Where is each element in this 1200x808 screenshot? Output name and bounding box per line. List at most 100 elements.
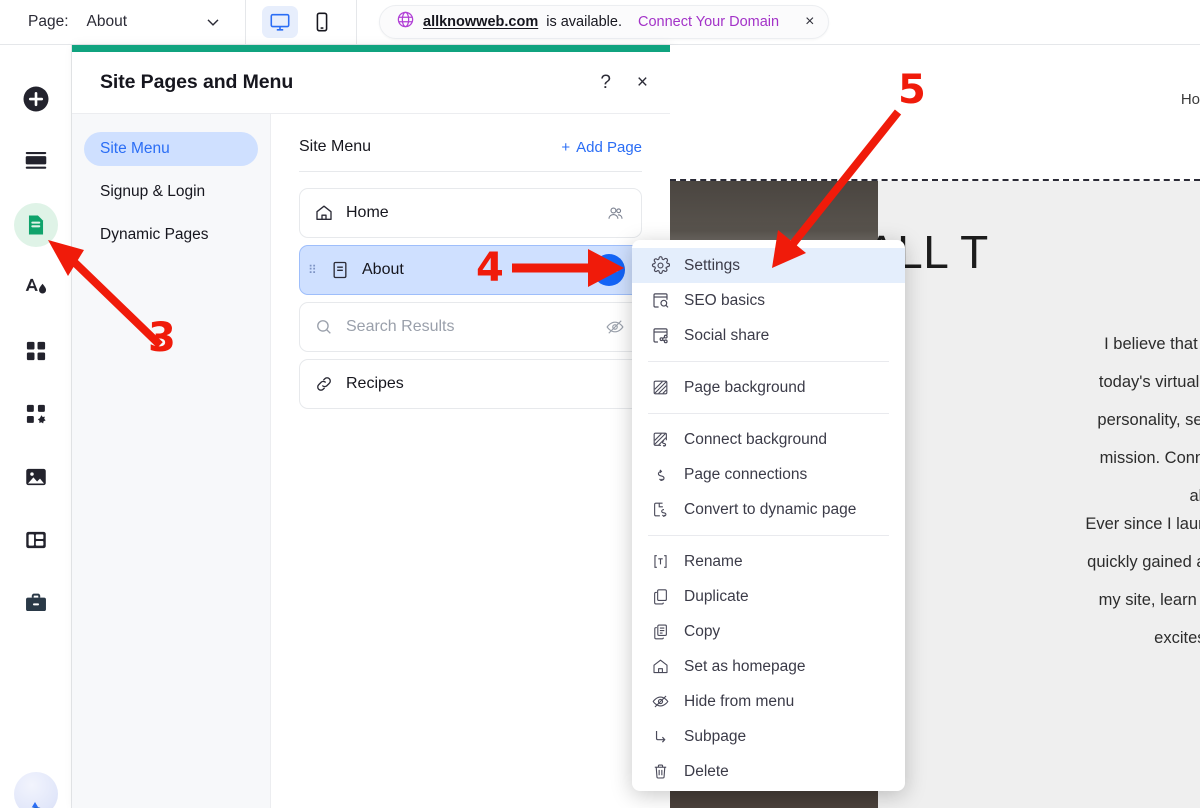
more-actions-icon[interactable] [593, 254, 625, 286]
sidebar-item-dynamic-pages[interactable]: Dynamic Pages [84, 218, 258, 252]
domain-banner: allknowweb.com is available. Connect You… [379, 5, 830, 39]
sidebar-item-business-tools[interactable] [14, 581, 58, 625]
convert-dynamic-icon [650, 500, 670, 519]
copy-icon [650, 622, 670, 641]
preview-line: excites and i [1154, 629, 1200, 647]
panel-sidebar: Site Menu Signup & Login Dynamic Pages [72, 114, 271, 808]
trash-icon [650, 762, 670, 781]
panel-main: Site Menu + Add Page Home ⠿ About Search… [271, 114, 670, 808]
hidden-eye-icon[interactable] [605, 317, 625, 337]
page-connections-icon [650, 465, 670, 484]
connect-background-icon [650, 430, 670, 449]
page-background-icon [650, 378, 670, 397]
menu-divider [648, 413, 889, 414]
list-item-recipes[interactable]: Recipes [299, 359, 642, 409]
toolbar-divider-2 [356, 0, 357, 45]
sidebar-item-media[interactable] [14, 455, 58, 499]
sidebar-item-add[interactable] [14, 77, 58, 121]
desktop-view-button[interactable] [262, 6, 298, 38]
menu-item-label: Rename [684, 552, 743, 570]
gear-icon [650, 256, 670, 275]
connect-domain-link[interactable]: Connect Your Domain [638, 14, 779, 30]
page-selector[interactable]: Page: About [0, 0, 245, 44]
plus-icon: + [561, 138, 571, 156]
list-item-home[interactable]: Home [299, 188, 642, 238]
sidebar-item-content[interactable] [14, 518, 58, 562]
sidebar-item-signup-login[interactable]: Signup & Login [84, 175, 258, 209]
menu-item-label: Page background [684, 378, 806, 396]
domain-name[interactable]: allknowweb.com [423, 14, 538, 30]
mobile-view-button[interactable] [304, 6, 340, 38]
menu-item-delete[interactable]: Delete [632, 754, 905, 789]
preview-line: personality, sense of humor, [1097, 411, 1200, 429]
site-pages-panel: Site Pages and Menu ? × Site Menu Signup… [72, 45, 670, 808]
duplicate-icon [650, 587, 670, 606]
menu-item-label: Connect background [684, 430, 828, 448]
menu-item-label: Settings [684, 256, 741, 274]
globe-icon [396, 10, 415, 34]
menu-item-rename[interactable]: Rename [632, 544, 905, 579]
menu-item-page-connections[interactable]: Page connections [632, 457, 905, 492]
sidebar-item-site-menu[interactable]: Site Menu [84, 132, 258, 166]
annotation-number-3: 3 [148, 315, 176, 361]
sidebar-item-label: Site Menu [100, 140, 170, 157]
menu-item-copy[interactable]: Copy [632, 614, 905, 649]
help-icon[interactable]: ? [600, 73, 611, 92]
sidebar-item-pages[interactable] [13, 203, 58, 247]
list-item-label: Home [346, 204, 389, 221]
sidebar-item-label: Signup & Login [100, 183, 206, 200]
page-selector-value: About [86, 13, 128, 30]
list-item-label: About [362, 261, 404, 278]
drag-handle-icon[interactable]: ⠿ [308, 264, 320, 276]
page-icon [330, 260, 350, 280]
chevron-down-icon[interactable] [203, 12, 223, 32]
social-share-icon [650, 326, 670, 345]
members-icon[interactable] [606, 204, 625, 223]
domain-availability-text: is available. [546, 14, 622, 30]
subpage-icon [650, 727, 670, 746]
menu-item-label: Convert to dynamic page [684, 500, 857, 518]
menu-item-connect-background[interactable]: Connect background [632, 422, 905, 457]
home-icon [650, 657, 670, 676]
seo-icon [650, 291, 670, 310]
menu-divider [648, 361, 889, 362]
close-icon[interactable]: × [805, 14, 814, 30]
preview-paragraph-1: I believe that being candid today's virt… [930, 325, 1200, 515]
section-heading: Site Menu [299, 138, 372, 155]
menu-item-duplicate[interactable]: Duplicate [632, 579, 905, 614]
page-title: Site Pages and Menu [100, 71, 294, 93]
sidebar-item-site-design[interactable] [14, 266, 58, 310]
menu-item-label: Copy [684, 622, 721, 640]
top-toolbar: Page: About allknowweb.com is available.… [0, 0, 1200, 45]
menu-item-social-share[interactable]: Social share [632, 318, 905, 353]
annotation-number-4: 4 [476, 245, 504, 291]
sidebar-item-add-apps[interactable] [14, 392, 58, 436]
page-list: Home ⠿ About Search Results Recipes [299, 188, 642, 409]
menu-item-label: SEO basics [684, 291, 765, 309]
menu-item-page-background[interactable]: Page background [632, 370, 905, 405]
list-item-label: Search Results [346, 318, 455, 335]
menu-item-set-as-homepage[interactable]: Set as homepage [632, 649, 905, 684]
close-icon[interactable]: × [637, 73, 648, 92]
menu-item-seo-basics[interactable]: SEO basics [632, 283, 905, 318]
menu-item-convert-to-dynamic-page[interactable]: Convert to dynamic page [632, 492, 905, 527]
hide-eye-icon [650, 692, 670, 711]
menu-item-label: Set as homepage [684, 657, 806, 675]
menu-item-subpage[interactable]: Subpage [632, 719, 905, 754]
rename-icon [650, 552, 670, 571]
sidebar-item-sections[interactable] [14, 140, 58, 184]
avatar[interactable] [14, 772, 58, 808]
menu-item-hide-from-menu[interactable]: Hide from menu [632, 684, 905, 719]
menu-item-label: Delete [684, 762, 729, 780]
page-context-menu: Settings SEO basics Social share Page ba… [632, 240, 905, 791]
menu-item-settings[interactable]: Settings [632, 248, 905, 283]
add-page-button[interactable]: + Add Page [561, 139, 642, 156]
menu-item-label: Subpage [684, 727, 747, 745]
left-rail [0, 45, 72, 808]
divider [299, 171, 642, 172]
list-item-about[interactable]: ⠿ About [299, 245, 642, 295]
preview-line: my site, learn more about w [1098, 591, 1200, 609]
preview-nav-link: Ho [1180, 91, 1200, 108]
list-item-search-results[interactable]: Search Results [299, 302, 642, 352]
sidebar-item-apps[interactable] [14, 329, 58, 373]
